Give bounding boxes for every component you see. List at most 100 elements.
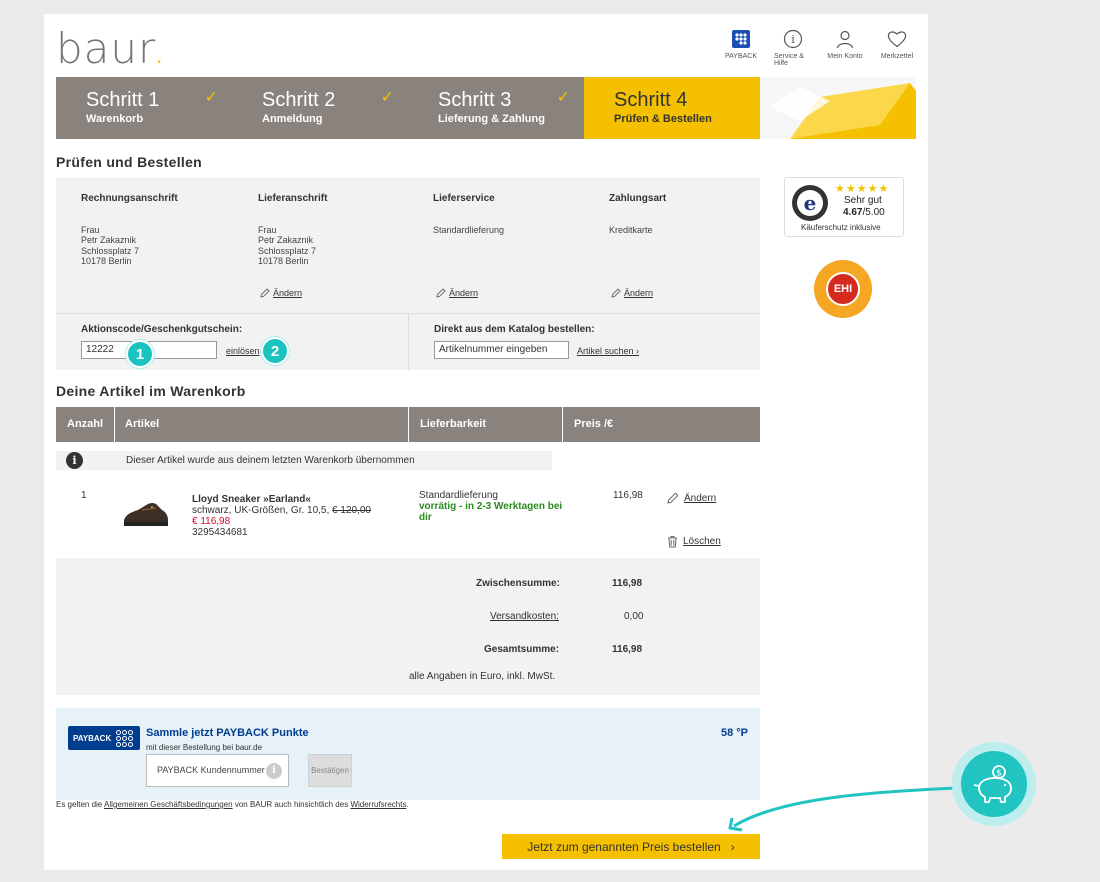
chevron-right-icon: ›: [730, 839, 735, 854]
cart-table-header: Anzahl Artikel Lieferbarkeit Preis /€: [56, 407, 760, 442]
col-availability: Lieferbarkeit: [420, 418, 487, 430]
step-3[interactable]: Schritt 3 Lieferung & Zahlung ✓: [408, 77, 584, 139]
edit-payment-link[interactable]: Ändern: [611, 288, 653, 298]
product-image[interactable]: [122, 498, 170, 533]
delete-label: Löschen: [683, 536, 721, 547]
wishlist-link[interactable]: Merkzettel: [878, 28, 916, 67]
edit-label: Ändern: [684, 492, 717, 504]
edit-delivery-link[interactable]: Ändern: [436, 288, 478, 298]
product-name[interactable]: Lloyd Sneaker »Earland«: [192, 494, 371, 505]
terms-text: Es gelten die: [56, 800, 105, 809]
service-label: Service & Hilfe: [774, 53, 804, 67]
product-variant: schwarz, UK-Größen, Gr. 10,5,: [192, 505, 330, 516]
pencil-icon: [260, 288, 270, 298]
billing-label: Rechnungsanschrift: [81, 193, 178, 204]
payback-dots-icon: [116, 729, 134, 747]
search-label: Artikel suchen: [577, 346, 634, 356]
address-line: Frau: [81, 224, 100, 235]
payment-value: Kreditkarte: [609, 224, 653, 235]
pencil-icon: [436, 288, 446, 298]
delete-item-link[interactable]: Löschen: [667, 535, 721, 548]
agb-link[interactable]: Allgemeinen Geschäftsbedingungen: [104, 800, 233, 809]
catalog-label: Direkt aus dem Katalog bestellen:: [434, 324, 595, 335]
redeem-link[interactable]: einlösen: [226, 346, 260, 356]
header-icons: PAYBACK i Service & Hilfe Mein Konto Mer…: [722, 28, 916, 67]
review-heading: Prüfen und Bestellen: [56, 154, 203, 170]
address-line: Schlossplatz 7: [258, 245, 317, 256]
cart-heading: Deine Artikel im Warenkorb: [56, 383, 246, 399]
check-icon: ✓: [380, 89, 394, 106]
payback-link[interactable]: PAYBACK: [722, 28, 760, 67]
old-price: € 120,00: [332, 505, 371, 516]
payback-logo-text: PAYBACK: [73, 733, 112, 743]
edit-item-link[interactable]: Ändern: [667, 492, 716, 504]
svg-text:$: $: [996, 769, 1002, 779]
step-2[interactable]: Schritt 2 Anmeldung ✓: [232, 77, 408, 139]
edit-shipping-link[interactable]: Ändern: [260, 288, 302, 298]
payback-number-input[interactable]: PAYBACK Kundennummer i: [146, 754, 289, 787]
checkout-stepper: Schritt 1 Warenkorb ✓ Schritt 2 Anmeldun…: [56, 77, 760, 139]
tax-note: alle Angaben in Euro, inkl. MwSt.: [409, 671, 556, 682]
withdrawal-link[interactable]: Widerrufsrechts: [350, 800, 406, 809]
payback-placeholder: PAYBACK Kundennummer: [157, 765, 265, 775]
pencil-icon: [611, 288, 621, 298]
ehi-label: EHI: [826, 272, 860, 306]
star-rating-icon: ★★★★★: [835, 183, 890, 195]
account-link[interactable]: Mein Konto: [826, 28, 864, 67]
pencil-icon: [667, 492, 679, 504]
col-article: Artikel: [125, 418, 160, 430]
chevron-right-icon: ›: [636, 346, 640, 356]
shipping-cost-value: 0,00: [624, 611, 644, 622]
item-delivery: Standardlieferung vorrätig - in 2-3 Werk…: [419, 490, 569, 523]
shipping-cost-link[interactable]: Versandkosten:: [490, 611, 559, 622]
ehi-seal[interactable]: EHI: [814, 260, 872, 318]
pointer-arrow: [728, 786, 957, 832]
service-link[interactable]: i Service & Hilfe: [774, 28, 812, 67]
rating-text: Sehr gut: [844, 195, 882, 206]
checkout-page: baur. PAYBACK i Service & Hilfe Mein Kon…: [44, 14, 928, 870]
info-icon[interactable]: i: [266, 763, 282, 779]
delivery-value: Standardlieferung: [433, 224, 505, 235]
check-icon: ✓: [556, 89, 570, 106]
info-icon: i: [66, 452, 83, 469]
trusted-shops-badge[interactable]: e ★★★★★ Sehr gut 4.67/5.00 Käuferschutz …: [784, 177, 904, 237]
sale-price: € 116,98: [192, 516, 231, 527]
piggy-bank-icon: $: [961, 751, 1027, 817]
address-line: Petr Zakaznik: [81, 235, 137, 245]
payback-section: PAYBACK Sammle jetzt PAYBACK Punkte mit …: [56, 708, 760, 800]
payment-label: Zahlungsart: [609, 193, 667, 204]
subtotal-label: Zwischensumme:: [476, 578, 560, 589]
terms-text: .: [406, 800, 409, 809]
step-badge-1: 1: [126, 340, 154, 368]
address-line: 10178 Berlin: [81, 256, 132, 266]
article-search-link[interactable]: Artikel suchen ›: [577, 346, 639, 356]
step-badge-2: 2: [261, 337, 289, 365]
buyer-protection-text: Käuferschutz inklusive: [801, 223, 881, 232]
check-icon: ✓: [204, 89, 218, 106]
user-icon: [835, 28, 855, 50]
article-number-input[interactable]: Artikelnummer eingeben: [434, 341, 569, 359]
step-4: Schritt 4 Prüfen & Bestellen: [584, 77, 760, 139]
payback-confirm-button[interactable]: Bestätigen: [308, 754, 352, 787]
svg-text:i: i: [791, 33, 795, 46]
step-1[interactable]: Schritt 1 Warenkorb ✓: [56, 77, 232, 139]
baur-box-image: [760, 77, 916, 139]
subtotal-value: 116,98: [612, 578, 643, 589]
baur-logo[interactable]: baur.: [56, 24, 167, 73]
delivery-service: Lieferservice Standardlieferung: [433, 193, 603, 235]
address-line: Petr Zakaznik: [258, 235, 314, 245]
step-subtitle: Anmeldung: [262, 113, 323, 125]
account-label: Mein Konto: [827, 53, 863, 60]
article-number: 3295434681: [192, 527, 248, 538]
info-icon: i: [783, 28, 803, 50]
trusted-shops-seal-icon: e: [792, 185, 828, 221]
step-subtitle: Prüfen & Bestellen: [614, 113, 712, 125]
shipping-label: Lieferanschrift: [258, 193, 328, 204]
delivery-type: Standardlieferung: [419, 490, 498, 501]
step-subtitle: Warenkorb: [86, 113, 144, 125]
delivery-label: Lieferservice: [433, 193, 495, 204]
availability-status: vorrätig - in 2-3 Werktagen bei dir: [419, 501, 563, 523]
order-summary: Zwischensumme: 116,98 Versandkosten: 0,0…: [56, 558, 760, 695]
piggy-bank-badge: $: [952, 742, 1036, 826]
payback-subtitle: mit dieser Bestellung bei baur.de: [146, 743, 263, 752]
